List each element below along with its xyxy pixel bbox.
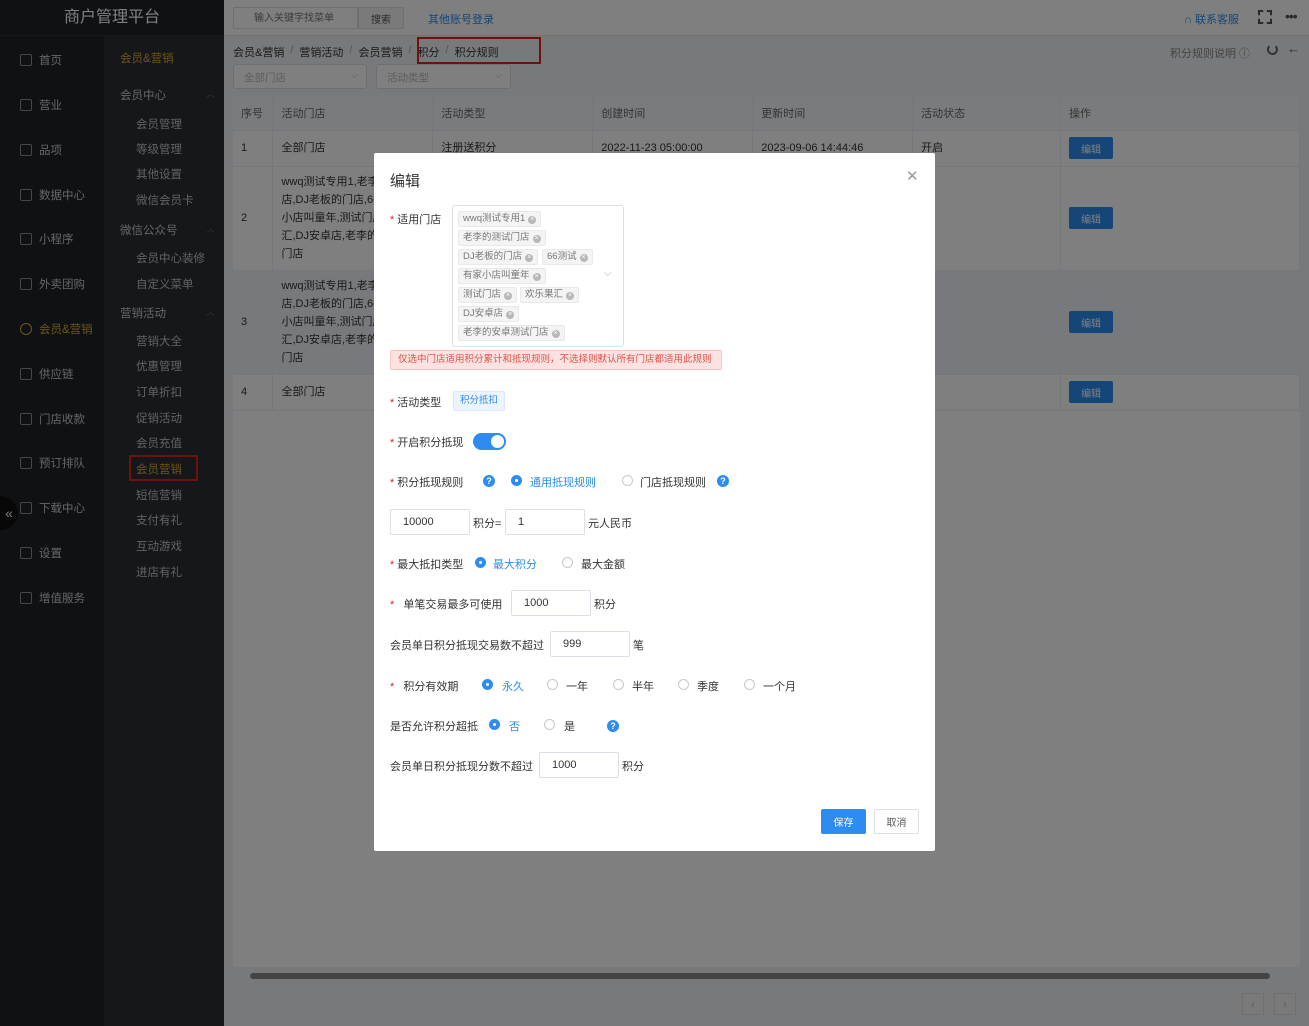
- remove-tag-icon[interactable]: ×: [532, 235, 541, 243]
- store-tag-label: 66测试: [547, 251, 577, 262]
- remove-tag-icon[interactable]: ×: [525, 254, 534, 262]
- rule-general-label[interactable]: 通用抵现规则: [530, 474, 596, 490]
- store-tag-label: 欢乐果汇: [525, 289, 564, 300]
- max-points-label[interactable]: 最大积分: [493, 556, 537, 572]
- daily-points-unit: 积分: [622, 761, 644, 773]
- remove-tag-icon[interactable]: ×: [566, 292, 575, 300]
- remove-tag-icon[interactable]: ×: [506, 311, 515, 319]
- store-tag-label: DJ老板的门店: [463, 251, 523, 262]
- help-icon[interactable]: ?: [483, 475, 495, 487]
- daily-points-label: 会员单日积分抵现分数不超过: [390, 761, 533, 773]
- validity-month-radio[interactable]: [744, 679, 755, 690]
- validity-half-year-radio[interactable]: [613, 679, 624, 690]
- remove-tag-icon[interactable]: ×: [579, 254, 588, 262]
- edit-dialog: 编辑 ✕ * 适用门店 wwq测试专用1 × 老李的测试门店 × DJ老板的门店 × 66测试…: [374, 153, 935, 851]
- store-tag-label: 测试门店: [463, 289, 502, 300]
- enable-points-label: * 开启积分抵现: [390, 437, 464, 449]
- rmb-amount-input[interactable]: [505, 509, 585, 535]
- remove-tag-icon[interactable]: ×: [551, 330, 560, 338]
- remove-tag-icon[interactable]: ×: [532, 273, 541, 281]
- rule-general-radio[interactable]: [511, 475, 522, 486]
- stores-label: * 适用门店: [390, 214, 442, 226]
- validity-half-year-label[interactable]: 半年: [632, 678, 654, 694]
- store-tag-label: wwq测试专用1: [463, 213, 526, 224]
- daily-trans-label: 会员单日积分抵现交易数不超过: [390, 640, 544, 652]
- dialog-title: 编辑: [390, 173, 421, 190]
- store-tag[interactable]: 欢乐果汇 ×: [520, 287, 580, 303]
- daily-points-input[interactable]: [539, 752, 619, 778]
- stores-multiselect[interactable]: wwq测试专用1 × 老李的测试门店 × DJ老板的门店 × 66测试 × 有家小店叫童年 × 测试…: [452, 205, 624, 347]
- max-amount-label[interactable]: 最大金额: [581, 556, 625, 572]
- store-tag[interactable]: wwq测试专用1 ×: [458, 211, 542, 227]
- remove-tag-icon[interactable]: ×: [528, 216, 537, 224]
- max-amount-radio[interactable]: [562, 557, 573, 568]
- max-type-label: * 最大抵扣类型: [390, 559, 464, 571]
- help-icon[interactable]: ?: [607, 720, 619, 732]
- help-icon[interactable]: ?: [717, 475, 729, 487]
- store-tag-label: DJ安卓店: [463, 308, 504, 319]
- chevron-down-icon: ⌵: [604, 268, 612, 279]
- max-points-radio[interactable]: [475, 557, 486, 568]
- validity-forever-radio[interactable]: [482, 679, 493, 690]
- store-tag[interactable]: 66测试 ×: [542, 249, 593, 265]
- store-tag[interactable]: DJ老板的门店 ×: [458, 249, 539, 265]
- store-tag-label: 老李的安卓测试门店: [463, 327, 549, 338]
- validity-month-label[interactable]: 一个月: [763, 678, 796, 694]
- overdraft-no-label[interactable]: 否: [509, 718, 520, 734]
- single-max-label: * 单笔交易最多可使用: [390, 599, 503, 611]
- store-tag-label: 有家小店叫童年: [463, 270, 530, 281]
- save-button[interactable]: 保存: [821, 809, 866, 834]
- stores-tip: 仅选中门店适用积分累计和抵现规则，不选择则默认所有门店都适用此规则: [390, 350, 722, 370]
- cancel-button[interactable]: 取消: [874, 809, 919, 834]
- store-tag-label: 老李的测试门店: [463, 232, 530, 243]
- store-tag[interactable]: 有家小店叫童年 ×: [458, 268, 546, 284]
- store-tag[interactable]: 老李的测试门店 ×: [458, 230, 546, 246]
- overdraft-yes-radio[interactable]: [544, 719, 555, 730]
- daily-trans-unit: 笔: [633, 640, 644, 652]
- validity-year-label[interactable]: 一年: [566, 678, 588, 694]
- activity-type-tag: 积分抵扣: [453, 391, 506, 411]
- store-tag[interactable]: 老李的安卓测试门店 ×: [458, 325, 565, 341]
- single-max-input[interactable]: [511, 590, 591, 616]
- rule-label: * 积分抵现规则: [390, 477, 464, 489]
- rule-store-label[interactable]: 门店抵现规则: [640, 474, 706, 490]
- activity-type-label: * 活动类型: [390, 397, 442, 409]
- overdraft-label: 是否允许积分超抵: [390, 721, 478, 733]
- enable-points-toggle[interactable]: [473, 433, 506, 450]
- single-max-unit: 积分: [594, 599, 616, 611]
- rmb-unit-label: 元人民币: [588, 518, 632, 530]
- store-tag[interactable]: DJ安卓店 ×: [458, 306, 520, 322]
- validity-quarter-radio[interactable]: [678, 679, 689, 690]
- points-amount-input[interactable]: [390, 509, 470, 535]
- store-tag[interactable]: 测试门店 ×: [458, 287, 518, 303]
- validity-year-radio[interactable]: [547, 679, 558, 690]
- rule-store-radio[interactable]: [622, 475, 633, 486]
- overdraft-yes-label[interactable]: 是: [564, 718, 575, 734]
- close-icon[interactable]: ✕: [906, 167, 919, 185]
- remove-tag-icon[interactable]: ×: [504, 292, 513, 300]
- overdraft-no-radio[interactable]: [489, 719, 500, 730]
- daily-trans-input[interactable]: [550, 631, 630, 657]
- validity-label: * 积分有效期: [390, 681, 459, 693]
- points-equals-label: 积分=: [473, 518, 502, 530]
- validity-quarter-label[interactable]: 季度: [697, 678, 719, 694]
- validity-forever-label[interactable]: 永久: [502, 678, 524, 694]
